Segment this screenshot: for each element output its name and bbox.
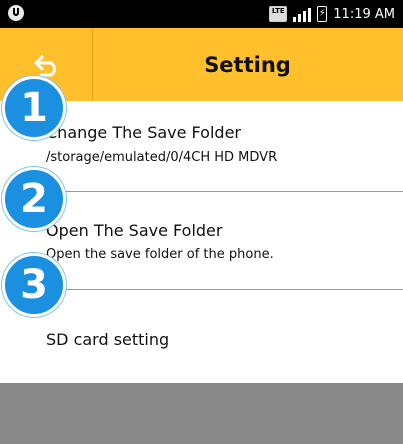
app-notification-icon <box>8 5 24 21</box>
setting-subtitle: /storage/emulated/0/4CH HD MDVR <box>46 150 278 165</box>
page-title: Setting <box>204 52 291 77</box>
setting-subtitle: Open the save folder of the phone. <box>46 247 274 262</box>
signal-strength-icon <box>293 6 312 22</box>
status-time: 11:19 AM <box>333 6 395 22</box>
bottom-bar <box>0 383 403 444</box>
battery-charging-icon <box>317 6 328 22</box>
status-indicators: LTE 11:19 AM <box>269 0 395 28</box>
setting-title: Change The Save Folder <box>46 123 241 142</box>
step-badge-1: 1 <box>2 76 66 140</box>
status-bar: LTE 11:19 AM <box>0 0 403 28</box>
setting-title: SD card setting <box>46 330 170 349</box>
step-badge-2: 2 <box>2 167 66 231</box>
setting-sd-card[interactable]: SD card setting <box>0 290 403 383</box>
back-arrow-icon <box>34 55 56 76</box>
setting-title: Open The Save Folder <box>46 221 223 240</box>
lte-label: LTE <box>271 7 285 15</box>
step-badge-3: 3 <box>2 253 66 317</box>
lte-icon: LTE <box>269 6 288 22</box>
